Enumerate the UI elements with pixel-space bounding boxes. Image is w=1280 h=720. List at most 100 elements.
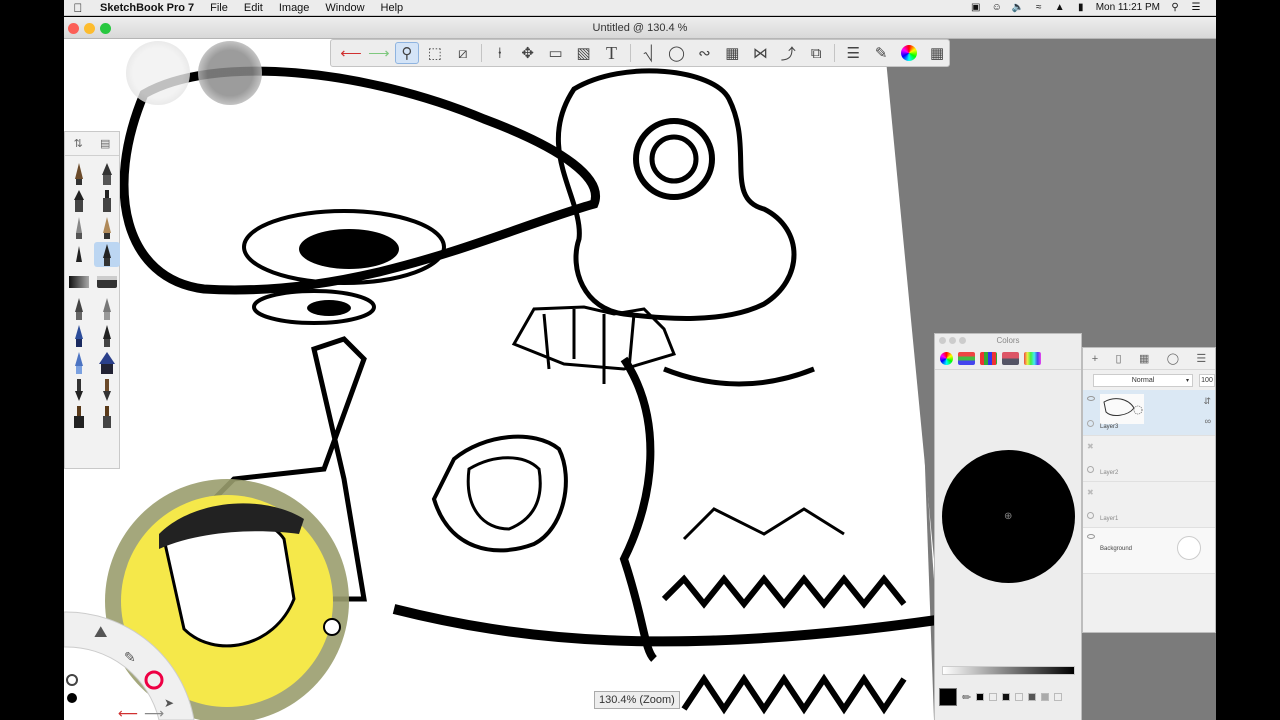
crop-icon[interactable]: ⍿ [488, 42, 512, 64]
colors-panel-minimize-button[interactable] [949, 337, 956, 344]
color-palettes-tab-icon[interactable] [1024, 352, 1041, 365]
menu-file[interactable]: File [202, 2, 236, 14]
symmetry-icon[interactable]: ⋈ [748, 42, 772, 64]
highlighter-brush-icon[interactable] [65, 349, 93, 376]
layer-row[interactable]: Layer3 ⇵ ∞ [1083, 390, 1215, 436]
paint-brush-icon[interactable] [65, 376, 93, 403]
layer-row[interactable]: ✖ Layer2 [1083, 436, 1215, 482]
menubar-clock[interactable]: Mon 11:21 PM [1096, 2, 1160, 13]
brightness-slider[interactable] [942, 666, 1075, 675]
hidden-eye-icon[interactable]: ✖ [1087, 488, 1095, 497]
battery-icon[interactable]: ▮ [1075, 2, 1087, 13]
distort-icon[interactable]: ▭ [544, 42, 568, 64]
eyedropper-icon[interactable]: ✏ [962, 691, 971, 704]
flat-brush-icon[interactable] [93, 403, 121, 430]
wide-brush-icon[interactable] [65, 403, 93, 430]
wifi-icon[interactable]: ≈ [1033, 2, 1045, 13]
layer-lock-radio[interactable] [1087, 466, 1094, 473]
brushes-toggle-icon[interactable]: ✎ [869, 42, 893, 64]
colors-panel-zoom-button[interactable] [959, 337, 966, 344]
apple-icon[interactable]:  [64, 1, 92, 15]
undo-icon[interactable]: ⟵ [339, 42, 363, 64]
color-sliders-tab-icon[interactable] [958, 352, 975, 365]
blend-mode-select[interactable]: Normal ▾ [1093, 373, 1193, 387]
layer-lock-radio[interactable] [1087, 420, 1094, 427]
layer-row[interactable]: Background [1083, 528, 1215, 574]
clear-layer-icon[interactable]: ◯ [1167, 352, 1179, 365]
swatch[interactable] [1002, 693, 1011, 701]
color-wheel-tab-icon[interactable] [940, 352, 953, 365]
lasso-icon[interactable]: ⧄ [451, 42, 475, 64]
visibility-eye-icon[interactable] [1087, 396, 1095, 401]
ruler-icon[interactable]: ⎷ [637, 42, 661, 64]
smudge-brush-icon[interactable] [65, 295, 93, 322]
puck-inner[interactable] [198, 41, 262, 105]
menu-help[interactable]: Help [373, 2, 412, 14]
layer-options-icon[interactable]: ⇵ [1203, 396, 1211, 407]
add-image-icon[interactable]: ▦ [1139, 352, 1149, 365]
fineliner-brush-icon[interactable] [65, 241, 93, 268]
background-color-swatch[interactable] [1177, 536, 1201, 560]
technical-pen-brush-icon[interactable] [93, 187, 121, 214]
chisel-brush-icon[interactable] [93, 349, 121, 376]
layers-toggle-icon[interactable]: ☰ [841, 42, 865, 64]
current-color-swatch[interactable] [939, 688, 957, 706]
layer-lock-radio[interactable] [1087, 512, 1094, 519]
pencil-brush-icon[interactable] [65, 160, 93, 187]
add-group-icon[interactable]: ▯ [1116, 352, 1122, 365]
brush-settings-icon[interactable]: ⇅ [74, 137, 83, 150]
ink-pen-brush-icon[interactable] [93, 160, 121, 187]
swatch[interactable] [1015, 693, 1024, 701]
lock-layer-icon[interactable]: ∞ [1205, 416, 1211, 426]
redo-icon[interactable]: ⟶ [367, 42, 391, 64]
screen-record-icon[interactable]: ▣ [970, 2, 982, 13]
swatch[interactable] [1041, 693, 1050, 701]
layer-menu-icon[interactable]: ☰ [1196, 352, 1206, 365]
visibility-eye-icon[interactable] [1087, 534, 1095, 539]
skype-icon[interactable]: ☺ [991, 2, 1003, 13]
blue-marker-brush-icon[interactable] [65, 322, 93, 349]
minimize-button[interactable] [84, 23, 95, 34]
layer-row[interactable]: ✖ Layer1 [1083, 482, 1215, 528]
menu-window[interactable]: Window [317, 2, 372, 14]
opacity-field[interactable]: 100 [1199, 373, 1215, 387]
color-swatches-tab-icon[interactable] [980, 352, 997, 365]
ellipse-icon[interactable]: ◯ [664, 42, 688, 64]
swatch[interactable] [1028, 693, 1037, 701]
close-button[interactable] [68, 23, 79, 34]
transform-icon[interactable]: ✥ [516, 42, 540, 64]
copy-paste-icon[interactable]: ⧉ [804, 42, 828, 64]
lagoon-menu[interactable]: ⛰ ✎ ➤ ⟵ ⟶ [64, 602, 204, 720]
color-puck-black[interactable]: ⊕ [942, 450, 1075, 583]
marker-brush-icon[interactable] [65, 187, 93, 214]
blur-brush-icon[interactable] [93, 295, 121, 322]
menu-image[interactable]: Image [271, 2, 318, 14]
color-wheel-icon[interactable] [897, 42, 921, 64]
fill-icon[interactable]: ▧ [572, 42, 596, 64]
ballpoint-brush-icon[interactable] [65, 214, 93, 241]
copic-icon[interactable]: ▦ [925, 42, 949, 64]
copic-library-tab-icon[interactable] [1002, 352, 1019, 365]
maximize-button[interactable] [100, 23, 111, 34]
swatch[interactable] [1054, 693, 1063, 701]
brush-library-icon[interactable]: ▤ [100, 137, 110, 150]
inking-pen-brush-icon[interactable] [94, 242, 120, 267]
text-icon[interactable]: T [600, 42, 624, 64]
perspective-icon[interactable]: ▦ [720, 42, 744, 64]
volume-icon[interactable]: 🔈 [1012, 2, 1024, 13]
select-icon[interactable]: ⬚ [423, 42, 447, 64]
eraser-icon[interactable] [93, 268, 121, 295]
french-curve-icon[interactable]: ∾ [692, 42, 716, 64]
spotlight-icon[interactable]: ⚲ [1169, 2, 1181, 13]
puck-outer[interactable] [126, 41, 190, 105]
airbrush-icon[interactable] [65, 268, 93, 295]
notification-center-icon[interactable]: ☰ [1190, 2, 1202, 13]
swatch[interactable] [989, 693, 998, 701]
colors-panel-close-button[interactable] [939, 337, 946, 344]
swatch[interactable] [976, 693, 985, 701]
menu-edit[interactable]: Edit [236, 2, 271, 14]
airplay-icon[interactable]: ▲ [1054, 2, 1066, 13]
add-layer-icon[interactable]: + [1092, 353, 1098, 365]
dark-marker-brush-icon[interactable] [93, 322, 121, 349]
hidden-eye-icon[interactable]: ✖ [1087, 442, 1095, 451]
